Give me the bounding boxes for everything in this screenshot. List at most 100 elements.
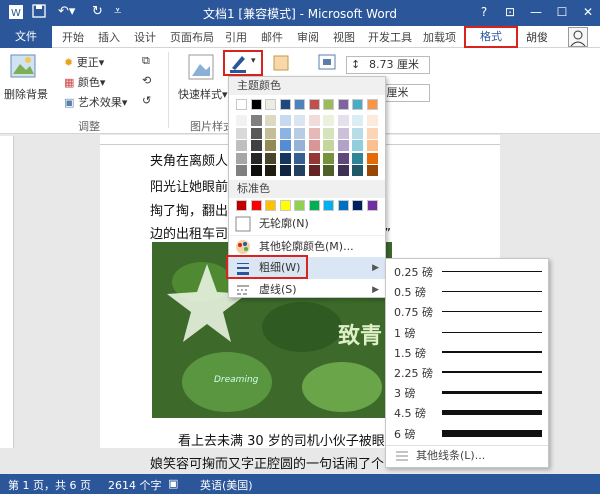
color-swatch[interactable]: [337, 127, 349, 139]
compress-pictures-icon[interactable]: ⧉: [142, 54, 150, 68]
color-swatch[interactable]: [250, 127, 262, 139]
color-swatch[interactable]: [279, 127, 291, 139]
color-swatch[interactable]: [236, 99, 247, 110]
remove-background-icon[interactable]: [10, 54, 36, 81]
language[interactable]: 英语(美国): [200, 477, 253, 493]
color-swatch[interactable]: [294, 127, 305, 139]
user-name[interactable]: 胡俊: [526, 29, 548, 45]
color-swatch[interactable]: [337, 165, 349, 176]
color-swatch[interactable]: [236, 165, 247, 176]
more-outline-colors-item[interactable]: 其他轮廓颜色(M)...: [229, 235, 385, 257]
weight-option[interactable]: 4.5 磅: [386, 402, 548, 421]
weight-option[interactable]: 6 磅: [386, 423, 548, 442]
color-swatch[interactable]: [308, 165, 320, 176]
no-outline-item[interactable]: 无轮廓(N): [229, 213, 385, 235]
color-swatch[interactable]: [279, 140, 291, 151]
height-input[interactable]: ↕ 8.73 厘米: [346, 56, 430, 74]
color-swatch[interactable]: [236, 115, 247, 126]
color-swatch[interactable]: [323, 152, 334, 164]
color-swatch[interactable]: [308, 200, 320, 211]
minimize-button[interactable]: —: [526, 3, 546, 21]
color-swatch[interactable]: [265, 165, 276, 176]
color-swatch[interactable]: [352, 165, 363, 176]
weight-option[interactable]: 2.25 磅: [386, 362, 548, 381]
color-swatch[interactable]: [236, 140, 247, 151]
color-swatch[interactable]: [337, 152, 349, 164]
color-swatch[interactable]: [323, 165, 334, 176]
color-swatch[interactable]: [279, 200, 291, 211]
color-swatch[interactable]: [337, 99, 349, 110]
picture-effects-icon[interactable]: [272, 54, 290, 75]
weight-option[interactable]: 1.5 磅: [386, 342, 548, 361]
tab-format[interactable]: 格式: [464, 26, 518, 48]
help-button[interactable]: ?: [474, 3, 494, 21]
color-swatch[interactable]: [236, 200, 247, 211]
picture-border-button[interactable]: ▾: [223, 50, 263, 76]
color-swatch[interactable]: [366, 200, 378, 211]
color-swatch[interactable]: [337, 115, 349, 126]
color-swatch[interactable]: [294, 99, 305, 110]
tab-home[interactable]: 开始: [62, 29, 84, 45]
color-swatch[interactable]: [294, 140, 305, 151]
color-swatch[interactable]: [265, 99, 276, 110]
color-swatch[interactable]: [337, 200, 349, 211]
weight-option[interactable]: 3 磅: [386, 382, 548, 401]
color-swatch[interactable]: [308, 115, 320, 126]
weight-option[interactable]: 0.75 磅: [386, 301, 548, 320]
color-swatch[interactable]: [236, 152, 247, 164]
weight-option[interactable]: 1 磅: [386, 322, 548, 341]
color-swatch[interactable]: [366, 140, 378, 151]
tab-file[interactable]: 文件: [0, 26, 52, 48]
color-swatch[interactable]: [323, 115, 334, 126]
color-swatch[interactable]: [250, 140, 262, 151]
corrections-button[interactable]: ✹ 更正▾: [64, 54, 104, 70]
color-swatch[interactable]: [250, 115, 262, 126]
tab-review[interactable]: 审阅: [297, 29, 319, 45]
color-swatch[interactable]: [308, 99, 320, 110]
artistic-effects-button[interactable]: ▣ 艺术效果▾: [64, 94, 127, 110]
color-swatch[interactable]: [265, 140, 276, 151]
color-swatch[interactable]: [308, 127, 320, 139]
color-swatch[interactable]: [250, 99, 262, 110]
tab-references[interactable]: 引用: [225, 29, 247, 45]
color-swatch[interactable]: [250, 152, 262, 164]
color-swatch[interactable]: [294, 165, 305, 176]
maximize-button[interactable]: ☐: [552, 3, 572, 21]
color-swatch[interactable]: [352, 99, 363, 110]
color-swatch[interactable]: [265, 200, 276, 211]
color-swatch[interactable]: [352, 127, 363, 139]
dashes-item[interactable]: 虚线(S) ▶: [229, 279, 385, 301]
color-swatch[interactable]: [366, 99, 378, 110]
position-icon[interactable]: [318, 54, 336, 73]
tab-insert[interactable]: 插入: [98, 29, 120, 45]
color-swatch[interactable]: [265, 127, 276, 139]
quick-styles-button[interactable]: 快速样式▾: [178, 86, 228, 102]
more-lines-item[interactable]: 其他线条(L)...: [386, 445, 548, 465]
remove-background-button[interactable]: 删除背景: [4, 86, 48, 102]
tab-developer[interactable]: 开发工具: [368, 29, 412, 45]
color-button[interactable]: ▦ 颜色▾: [64, 74, 105, 90]
color-swatch[interactable]: [265, 115, 276, 126]
color-swatch[interactable]: [352, 152, 363, 164]
color-swatch[interactable]: [279, 99, 291, 110]
color-swatch[interactable]: [323, 99, 334, 110]
color-swatch[interactable]: [352, 200, 363, 211]
color-swatch[interactable]: [323, 127, 334, 139]
color-swatch[interactable]: [323, 140, 334, 151]
color-swatch[interactable]: [352, 140, 363, 151]
color-swatch[interactable]: [323, 200, 334, 211]
color-swatch[interactable]: [308, 140, 320, 151]
proofing-icon[interactable]: ▣: [168, 477, 178, 490]
color-swatch[interactable]: [279, 165, 291, 176]
color-swatch[interactable]: [366, 115, 378, 126]
color-swatch[interactable]: [279, 115, 291, 126]
tab-layout[interactable]: 页面布局: [170, 29, 214, 45]
color-swatch[interactable]: [366, 165, 378, 176]
color-swatch[interactable]: [294, 200, 305, 211]
color-swatch[interactable]: [352, 115, 363, 126]
color-swatch[interactable]: [294, 115, 305, 126]
color-swatch[interactable]: [250, 165, 262, 176]
color-swatch[interactable]: [366, 127, 378, 139]
tab-addins[interactable]: 加载项: [423, 29, 456, 45]
color-swatch[interactable]: [236, 127, 247, 139]
